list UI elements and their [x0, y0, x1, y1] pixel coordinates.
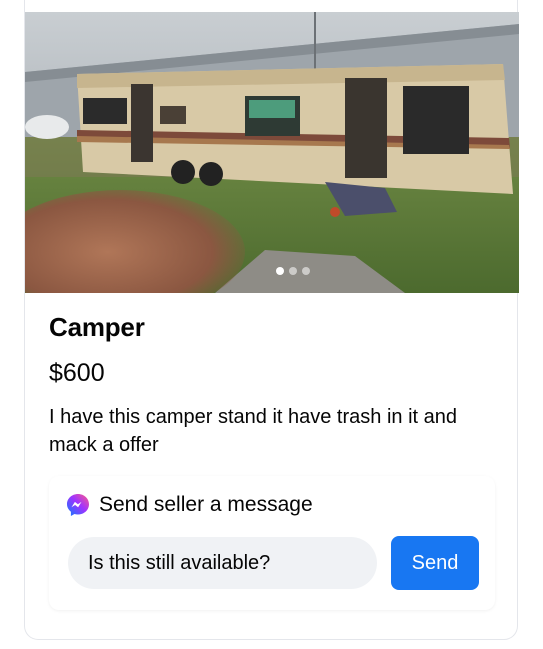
- messenger-icon: [65, 492, 91, 518]
- listing-description: I have this camper stand it have trash i…: [49, 406, 457, 456]
- listing-photo[interactable]: [25, 12, 519, 293]
- listing-price: $600: [49, 359, 105, 387]
- message-heading: Send seller a message: [99, 493, 313, 516]
- photo-pagination-dots: [276, 267, 310, 275]
- listing-card: Camper $600 I have this camper stand it …: [24, 0, 519, 640]
- camper-photo-image: [25, 12, 519, 293]
- message-input[interactable]: Is this still available?: [68, 537, 377, 589]
- message-seller-box: Send seller a message Is this still avai…: [49, 476, 495, 610]
- photo-dot-3[interactable]: [302, 267, 310, 275]
- listing-title: Camper: [49, 312, 145, 342]
- send-button[interactable]: Send: [391, 536, 479, 590]
- message-heading-row: Send seller a message: [65, 492, 313, 518]
- photo-dot-2[interactable]: [289, 267, 297, 275]
- photo-dot-1[interactable]: [276, 267, 284, 275]
